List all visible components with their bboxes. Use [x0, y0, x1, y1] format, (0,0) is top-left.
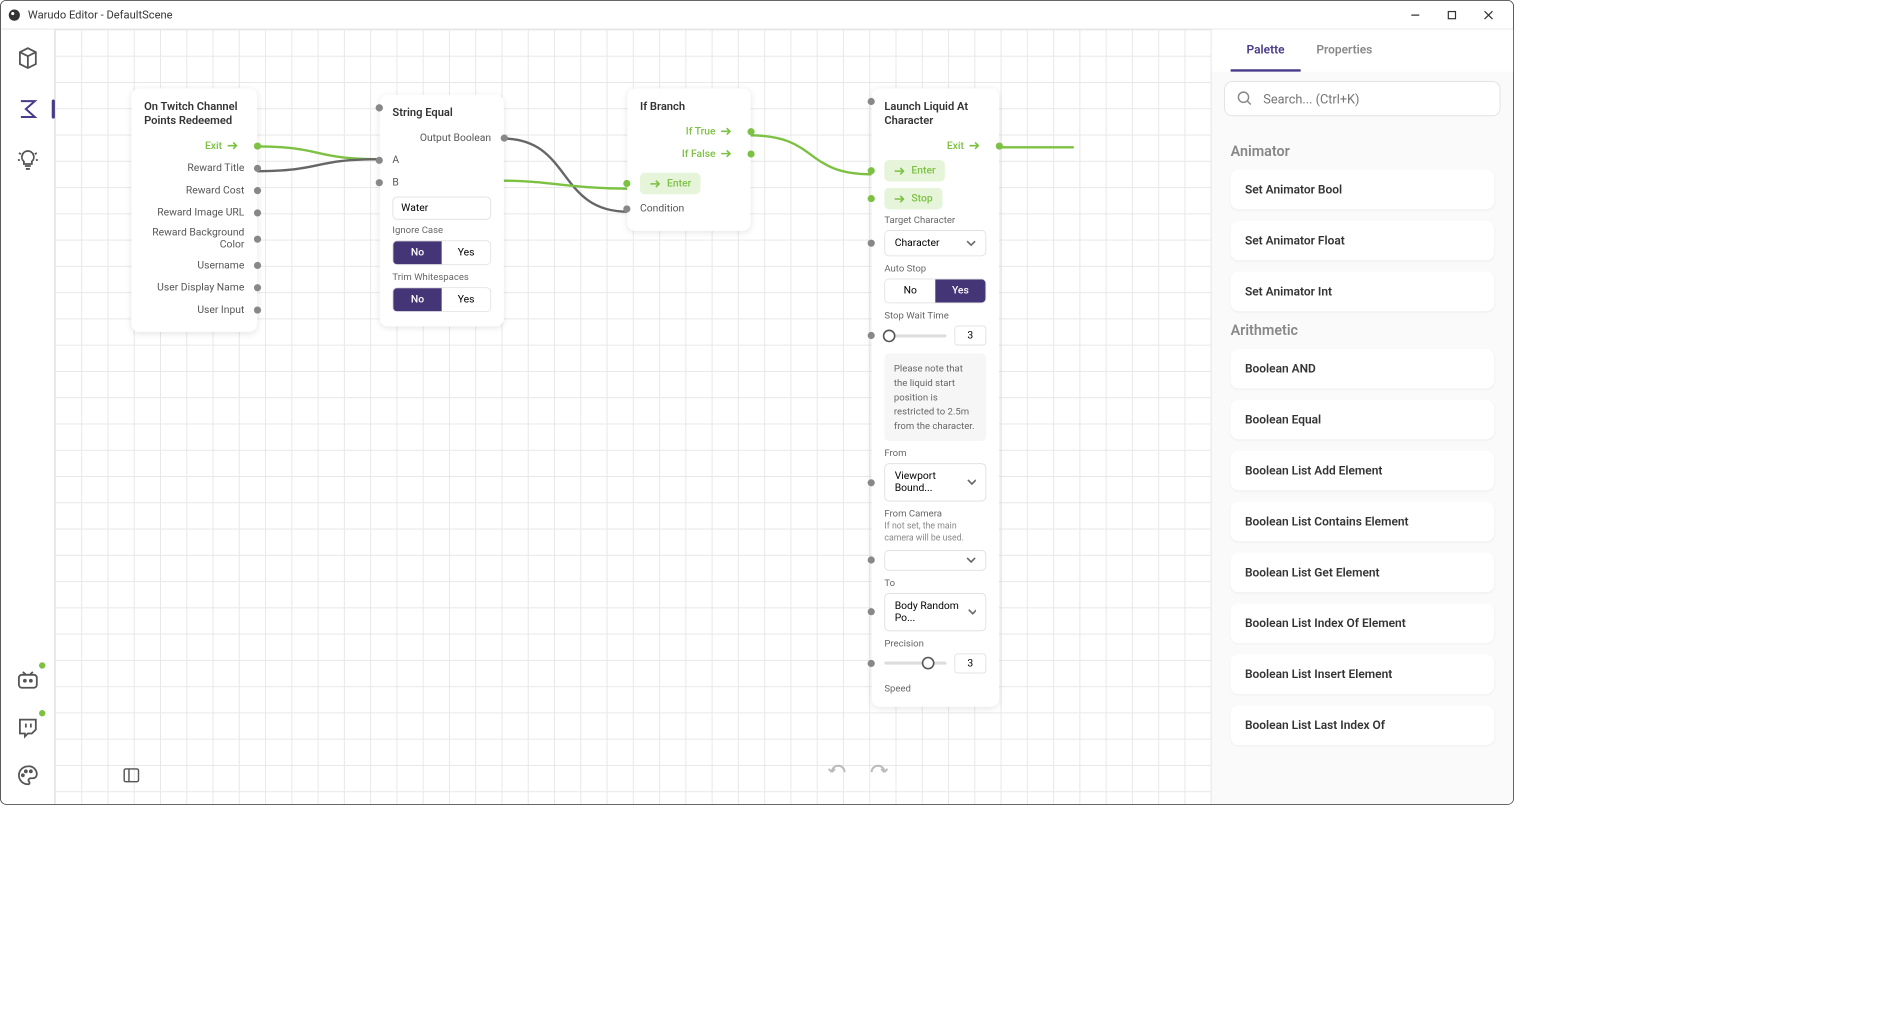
- b-input[interactable]: [392, 197, 491, 220]
- search-input[interactable]: [1263, 91, 1488, 106]
- node-if-branch[interactable]: If Branch If True If False Enter Conditi…: [627, 88, 750, 231]
- palette-item[interactable]: Boolean Equal: [1231, 400, 1494, 440]
- category-title: Arithmetic: [1231, 322, 1494, 339]
- stop-button[interactable]: Stop: [884, 188, 942, 209]
- sidebar-bilibili-icon[interactable]: [12, 664, 44, 696]
- tab-properties[interactable]: Properties: [1300, 29, 1388, 71]
- trim-ws-toggle[interactable]: No Yes: [392, 288, 491, 313]
- palette-item[interactable]: Boolean AND: [1231, 349, 1494, 389]
- palette-item[interactable]: Boolean List Get Element: [1231, 552, 1494, 592]
- precision-slider[interactable]: [884, 662, 946, 665]
- auto-stop-toggle[interactable]: No Yes: [884, 279, 986, 304]
- palette-item[interactable]: Set Animator Int: [1231, 271, 1494, 311]
- undo-button[interactable]: [824, 756, 853, 785]
- to-select[interactable]: Body Random Po...: [884, 593, 986, 631]
- precision-value[interactable]: 3: [954, 653, 986, 673]
- from-camera-select[interactable]: [884, 550, 986, 571]
- tab-palette[interactable]: Palette: [1231, 29, 1301, 71]
- target-character-select[interactable]: Character: [884, 230, 986, 256]
- titlebar: Warudo Editor - DefaultScene: [1, 1, 1513, 30]
- sidebar-sigma-icon[interactable]: [12, 93, 44, 125]
- search-icon: [1236, 90, 1254, 108]
- left-sidebar: [1, 29, 55, 804]
- sidebar-lightbulb-icon[interactable]: [12, 144, 44, 176]
- node-twitch-points[interactable]: On Twitch Channel Points Redeemed Exit R…: [131, 88, 257, 332]
- palette-item[interactable]: Boolean List Index Of Element: [1231, 603, 1494, 643]
- from-select[interactable]: Viewport Bound...: [884, 464, 986, 502]
- enter-button[interactable]: Enter: [884, 160, 945, 181]
- node-launch-liquid[interactable]: Launch Liquid At Character Exit Enter St…: [872, 88, 999, 706]
- maximize-button[interactable]: [1434, 2, 1471, 27]
- node-title: String Equal: [380, 106, 504, 127]
- redo-button[interactable]: [864, 756, 893, 785]
- node-title: Launch Liquid At Character: [872, 100, 999, 135]
- palette-item[interactable]: Set Animator Bool: [1231, 170, 1494, 210]
- node-canvas[interactable]: On Twitch Channel Points Redeemed Exit R…: [55, 29, 1211, 804]
- search-box[interactable]: [1224, 81, 1500, 116]
- minimize-button[interactable]: [1397, 2, 1434, 27]
- node-string-equal[interactable]: String Equal Output Boolean A B Ignore C…: [380, 95, 504, 327]
- close-button[interactable]: [1470, 2, 1507, 27]
- palette-item[interactable]: Boolean List Add Element: [1231, 451, 1494, 491]
- palette-item[interactable]: Set Animator Float: [1231, 220, 1494, 260]
- window-title: Warudo Editor - DefaultScene: [28, 8, 1397, 21]
- app-icon: [7, 8, 21, 22]
- category-title: Animator: [1231, 143, 1494, 160]
- status-dot: [39, 710, 45, 716]
- palette-list[interactable]: Animator Set Animator Bool Set Animator …: [1212, 126, 1514, 804]
- palette-item[interactable]: Boolean List Insert Element: [1231, 654, 1494, 694]
- node-title: If Branch: [627, 100, 750, 121]
- right-panel: Palette Properties Animator Set Animator…: [1211, 29, 1513, 804]
- panel-toggle-button[interactable]: [122, 766, 141, 788]
- stop-wait-value[interactable]: 3: [954, 326, 986, 346]
- sidebar-twitch-icon[interactable]: [12, 712, 44, 744]
- palette-item[interactable]: Boolean List Last Index Of: [1231, 705, 1494, 745]
- ignore-case-toggle[interactable]: No Yes: [392, 241, 491, 266]
- enter-button[interactable]: Enter: [640, 173, 701, 194]
- node-title: On Twitch Channel Points Redeemed: [131, 100, 257, 135]
- status-dot: [39, 662, 45, 668]
- note: Please note that the liquid start positi…: [884, 354, 986, 442]
- stop-wait-slider[interactable]: [884, 334, 946, 337]
- palette-item[interactable]: Boolean List Contains Element: [1231, 501, 1494, 541]
- sidebar-cube-icon[interactable]: [12, 42, 44, 74]
- sidebar-palette-icon[interactable]: [12, 759, 44, 791]
